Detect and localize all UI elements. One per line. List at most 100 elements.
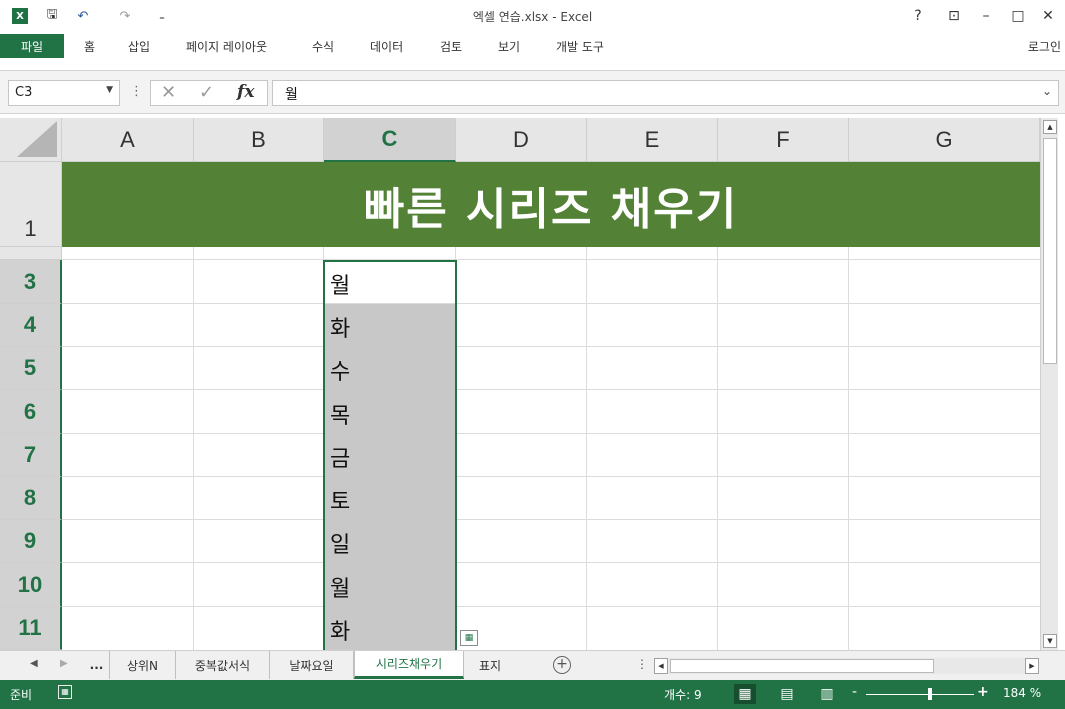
gridline xyxy=(848,247,849,650)
formula-value: 월 xyxy=(285,87,298,103)
formula-input[interactable]: 월 ⌄ xyxy=(272,80,1059,106)
page-break-preview-icon[interactable]: ▥ xyxy=(816,684,838,704)
select-all-button[interactable] xyxy=(0,118,62,162)
macro-recording-icon[interactable]: ▦ xyxy=(58,685,72,699)
sheet-tab-series-fill[interactable]: 시리즈채우기 xyxy=(354,651,464,679)
add-sheet-icon[interactable]: + xyxy=(553,656,571,674)
vertical-scroll-thumb[interactable] xyxy=(1043,138,1057,364)
formula-bar: C3 ▼ ⋮ ✕ ✓ fx 월 ⌄ xyxy=(0,70,1065,114)
sheet-tab-top-n[interactable]: 상위N xyxy=(110,651,176,679)
row-header-8[interactable]: 8 xyxy=(0,477,62,520)
select-all-triangle-icon xyxy=(17,121,57,157)
zoom-level[interactable]: 184 % xyxy=(1003,686,1041,700)
ribbon-tabs: 파일 홈 삽입 페이지 레이아웃 수식 데이터 검토 보기 개발 도구 로그인 xyxy=(0,32,1065,60)
cell-c10[interactable]: 월 xyxy=(330,571,350,603)
worksheet-grid[interactable]: A B C D E F G 1 3 4 5 6 7 8 9 10 11 빠른 시… xyxy=(0,118,1040,650)
sheet-tab-duplicate-format[interactable]: 중복값서식 xyxy=(176,651,270,679)
tab-file[interactable]: 파일 xyxy=(0,34,64,58)
tab-review[interactable]: 검토 xyxy=(440,38,462,55)
sheet-tab-cover[interactable]: 표지 xyxy=(464,651,516,679)
tab-page-layout[interactable]: 페이지 레이아웃 xyxy=(186,38,267,55)
formula-buttons: ✕ ✓ fx xyxy=(150,80,268,106)
cell-c8[interactable]: 토 xyxy=(330,484,350,516)
tab-home[interactable]: 홈 xyxy=(84,38,95,55)
row-header-10[interactable]: 10 xyxy=(0,563,62,607)
normal-view-icon[interactable]: ▦ xyxy=(734,684,756,704)
enter-icon[interactable]: ✓ xyxy=(199,82,214,103)
gridline xyxy=(62,346,1040,347)
vertical-scrollbar[interactable]: ▲ ▼ xyxy=(1040,118,1058,650)
cell-c9[interactable]: 일 xyxy=(330,527,350,559)
tab-insert[interactable]: 삽입 xyxy=(128,38,150,55)
cell-c7[interactable]: 금 xyxy=(330,441,350,473)
gridline xyxy=(62,259,1040,260)
excel-window: X 🖫 ↶ ↷ ₌ 엑셀 연습.xlsx - Excel ? ⊡ – □ ✕ 파… xyxy=(0,0,1065,709)
page-layout-view-icon[interactable]: ▤ xyxy=(776,684,798,704)
scroll-up-icon[interactable]: ▲ xyxy=(1043,120,1057,134)
help-button[interactable]: ? xyxy=(906,6,930,26)
gridline xyxy=(62,519,1040,520)
merged-title-cell[interactable]: 빠른 시리즈 채우기 xyxy=(62,162,1040,247)
tab-view[interactable]: 보기 xyxy=(498,38,520,55)
column-header-b[interactable]: B xyxy=(194,118,324,162)
horizontal-scroll-thumb[interactable] xyxy=(670,659,934,673)
horizontal-scrollbar[interactable]: ◀ ▶ xyxy=(654,658,1039,674)
row-header-9[interactable]: 9 xyxy=(0,520,62,563)
column-header-d[interactable]: D xyxy=(456,118,587,162)
row-header-5[interactable]: 5 xyxy=(0,347,62,390)
expand-formula-bar-icon[interactable]: ⌄ xyxy=(1042,84,1052,98)
name-box[interactable]: C3 ▼ xyxy=(8,80,120,106)
insert-function-icon[interactable]: fx xyxy=(237,82,254,102)
minimize-button[interactable]: – xyxy=(974,6,998,26)
cell-c11[interactable]: 화 xyxy=(330,614,350,646)
tab-formulas[interactable]: 수식 xyxy=(312,38,334,55)
status-bar: 준비 ▦ 개수: 9 ▦ ▤ ▥ - + 184 % xyxy=(0,680,1065,709)
column-header-a[interactable]: A xyxy=(62,118,194,162)
gridline xyxy=(717,247,718,650)
name-box-value: C3 xyxy=(15,85,33,100)
column-header-f[interactable]: F xyxy=(718,118,849,162)
tab-developer[interactable]: 개발 도구 xyxy=(556,38,604,55)
scroll-down-icon[interactable]: ▼ xyxy=(1043,634,1057,648)
zoom-out-button[interactable]: - xyxy=(852,684,857,700)
formula-bar-resize-handle[interactable]: ⋮ xyxy=(130,84,143,99)
scroll-tabs-left-icon[interactable]: ◀ xyxy=(30,658,38,669)
column-header-c[interactable]: C xyxy=(324,118,456,162)
gridline xyxy=(62,389,1040,390)
scroll-right-icon[interactable]: ▶ xyxy=(1025,658,1039,674)
scroll-tabs-right-icon[interactable]: ▶ xyxy=(60,658,68,669)
column-header-g[interactable]: G xyxy=(849,118,1040,162)
column-header-e[interactable]: E xyxy=(587,118,718,162)
cell-c4[interactable]: 화 xyxy=(330,311,350,343)
row-header-6[interactable]: 6 xyxy=(0,390,62,434)
sign-in-link[interactable]: 로그인 xyxy=(1028,38,1061,55)
tab-data[interactable]: 데이터 xyxy=(370,38,403,55)
zoom-in-button[interactable]: + xyxy=(977,684,989,700)
chevron-down-icon[interactable]: ▼ xyxy=(106,85,113,95)
row-header-7[interactable]: 7 xyxy=(0,434,62,477)
row-header-11[interactable]: 11 xyxy=(0,607,62,650)
row-header-4[interactable]: 4 xyxy=(0,304,62,347)
cell-c5[interactable]: 수 xyxy=(330,354,350,386)
scroll-left-icon[interactable]: ◀ xyxy=(654,658,668,674)
sheet-tab-overflow[interactable]: ... xyxy=(84,651,110,679)
row-header-1[interactable]: 1 xyxy=(0,162,62,247)
cell-c6[interactable]: 목 xyxy=(330,398,350,430)
row-header-2-hidden[interactable] xyxy=(0,247,62,260)
close-button[interactable]: ✕ xyxy=(1036,6,1060,26)
tab-split-handle[interactable]: ⋮ xyxy=(636,657,648,671)
gridline xyxy=(62,606,1040,607)
gridline xyxy=(62,433,1040,434)
zoom-slider[interactable] xyxy=(866,694,974,695)
ribbon-display-options-button[interactable]: ⊡ xyxy=(942,6,966,26)
gridline xyxy=(62,476,1040,477)
maximize-button[interactable]: □ xyxy=(1006,6,1030,26)
autofill-options-icon[interactable]: ▦ xyxy=(460,630,478,646)
gridline xyxy=(62,562,1040,563)
gridline xyxy=(193,247,194,650)
sheet-tab-date-weekday[interactable]: 날짜요일 xyxy=(270,651,354,679)
cancel-icon[interactable]: ✕ xyxy=(161,82,176,103)
cell-c3[interactable]: 월 xyxy=(330,268,350,300)
zoom-slider-thumb[interactable] xyxy=(927,688,932,700)
row-header-3[interactable]: 3 xyxy=(0,260,62,304)
